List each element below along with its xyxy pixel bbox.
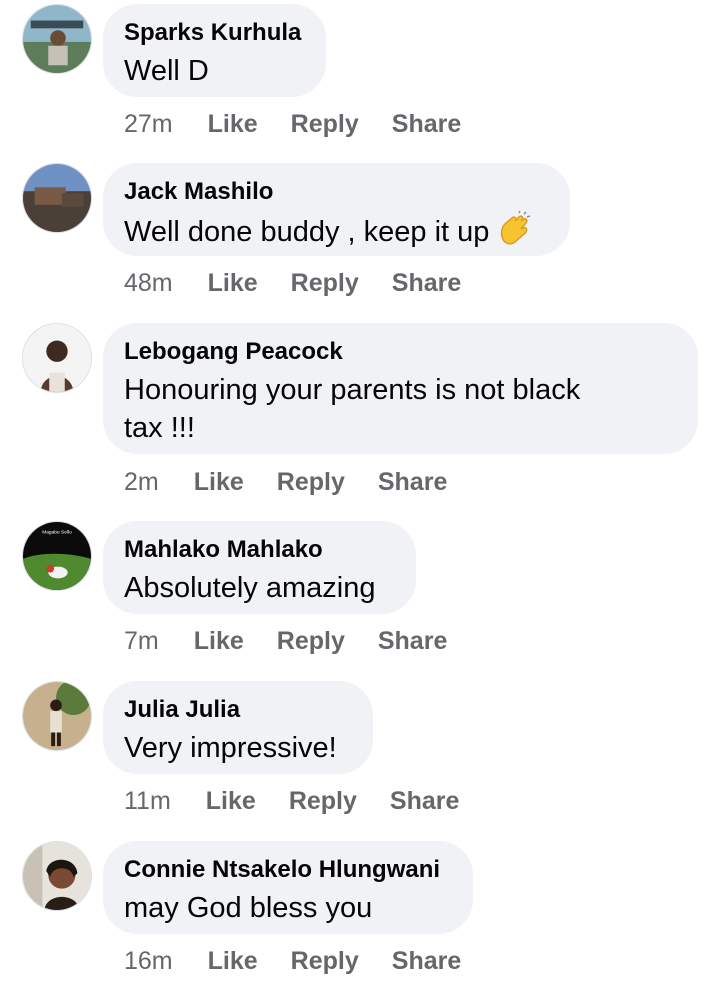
like-button[interactable]: Like (208, 110, 258, 138)
reply-button[interactable]: Reply (291, 269, 359, 297)
comment-timestamp[interactable]: 2m (124, 468, 159, 496)
comment-author[interactable]: Sparks Kurhula (124, 18, 302, 48)
comment-actions: 48m Like Reply Share (124, 269, 494, 298)
comment-text: Well done buddy , keep it up (124, 210, 546, 255)
comment-text-content: Well done buddy , keep it up (124, 216, 490, 248)
avatar[interactable] (22, 163, 92, 233)
reply-button[interactable]: Reply (291, 110, 359, 138)
like-button[interactable]: Like (208, 269, 258, 297)
reply-button[interactable]: Reply (277, 627, 345, 655)
share-button[interactable]: Share (378, 627, 447, 655)
comment-actions: 11m Like Reply Share (124, 787, 492, 816)
comment-bubble: Lebogang Peacock Honouring your parents … (103, 323, 698, 454)
share-button[interactable]: Share (392, 110, 461, 138)
like-button[interactable]: Like (194, 627, 244, 655)
avatar[interactable] (22, 4, 92, 74)
like-button[interactable]: Like (194, 468, 244, 496)
like-button[interactable]: Like (206, 787, 256, 815)
comment-timestamp[interactable]: 16m (124, 947, 173, 975)
share-button[interactable]: Share (390, 787, 459, 815)
comment-author[interactable]: Connie Ntsakelo Hlungwani (124, 855, 449, 885)
comment-actions: 16m Like Reply Share (124, 947, 494, 976)
comment-timestamp[interactable]: 11m (124, 787, 171, 815)
share-button[interactable]: Share (392, 947, 461, 975)
comment-timestamp[interactable]: 48m (124, 269, 173, 297)
avatar[interactable] (22, 323, 92, 393)
comment-bubble: Julia Julia Very impressive! (103, 681, 373, 774)
comment-bubble: Mahlako Mahlako Absolutely amazing (103, 521, 416, 614)
like-button[interactable]: Like (208, 947, 258, 975)
comment-text: may God bless you (124, 892, 373, 924)
comment-bubble: Jack Mashilo Well done buddy , keep it u… (103, 163, 570, 256)
avatar[interactable]: Magabe Sello (22, 521, 92, 591)
clapping-hands-icon (497, 210, 531, 255)
comment-actions: 27m Like Reply Share (124, 110, 494, 139)
reply-button[interactable]: Reply (291, 947, 359, 975)
comment-author[interactable]: Jack Mashilo (124, 177, 546, 207)
reply-button[interactable]: Reply (289, 787, 357, 815)
comment-author[interactable]: Mahlako Mahlako (124, 535, 392, 565)
comment-bubble: Connie Ntsakelo Hlungwani may God bless … (103, 841, 473, 934)
comment-text: Very impressive! (124, 732, 337, 764)
comment-bubble: Sparks Kurhula Well D (103, 4, 326, 97)
comment-actions: 7m Like Reply Share (124, 627, 480, 656)
reply-button[interactable]: Reply (277, 468, 345, 496)
comment-timestamp[interactable]: 27m (124, 110, 173, 138)
comment-text: Honouring your parents is not black tax … (124, 374, 581, 444)
avatar-caption: Magabe Sello (42, 530, 72, 536)
avatar[interactable] (22, 681, 92, 751)
comment-author[interactable]: Lebogang Peacock (124, 337, 674, 367)
share-button[interactable]: Share (378, 468, 447, 496)
comment-text: Well D (124, 55, 209, 87)
comment-text: Absolutely amazing (124, 572, 376, 604)
comment-actions: 2m Like Reply Share (124, 468, 480, 497)
share-button[interactable]: Share (392, 269, 461, 297)
comment-author[interactable]: Julia Julia (124, 695, 349, 725)
avatar[interactable] (22, 841, 92, 911)
comment-timestamp[interactable]: 7m (124, 627, 159, 655)
